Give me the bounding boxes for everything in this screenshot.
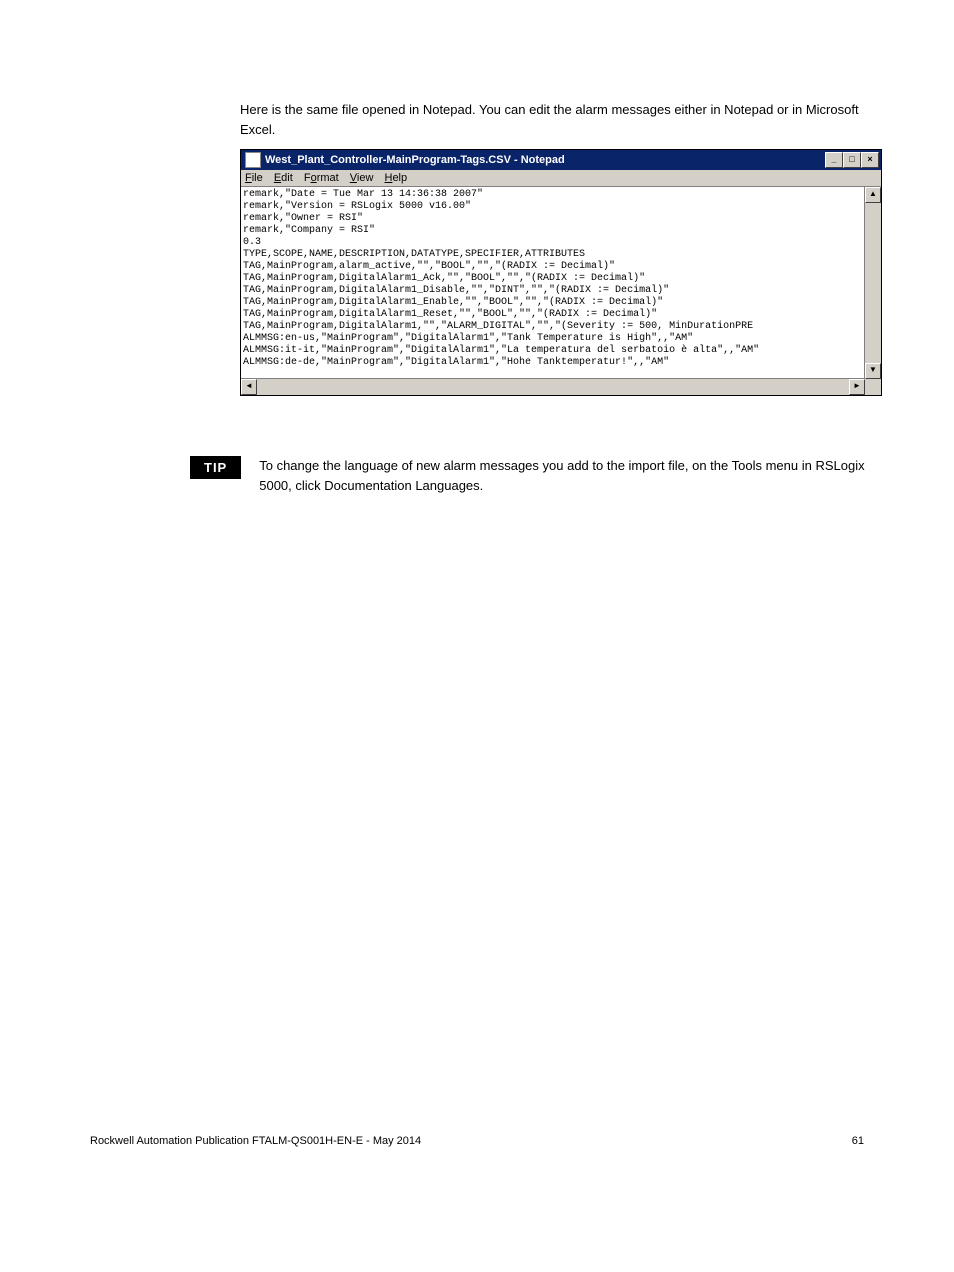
scroll-left-icon[interactable]: ◄: [241, 379, 257, 395]
scroll-right-icon[interactable]: ►: [849, 379, 865, 395]
titlebar[interactable]: West_Plant_Controller-MainProgram-Tags.C…: [241, 150, 881, 170]
menu-format[interactable]: Format: [304, 172, 339, 184]
scroll-up-icon[interactable]: ▲: [865, 187, 881, 203]
minimize-button[interactable]: _: [825, 152, 843, 168]
text-content[interactable]: remark,"Date = Tue Mar 13 14:36:38 2007"…: [241, 187, 865, 381]
vertical-scrollbar[interactable]: ▲ ▼: [864, 187, 881, 379]
menubar: File Edit Format View Help: [241, 170, 881, 187]
intro-text: Here is the same file opened in Notepad.…: [240, 100, 874, 139]
tip-text: To change the language of new alarm mess…: [259, 456, 874, 495]
horizontal-scrollbar[interactable]: ◄ ►: [241, 378, 865, 395]
notepad-window: West_Plant_Controller-MainProgram-Tags.C…: [240, 149, 882, 396]
menu-help[interactable]: Help: [384, 172, 407, 184]
close-button[interactable]: ×: [861, 152, 879, 168]
maximize-button[interactable]: □: [843, 152, 861, 168]
menu-edit[interactable]: Edit: [274, 172, 293, 184]
tip-badge: TIP: [190, 456, 241, 479]
footer-page-number: 61: [852, 1135, 864, 1147]
footer-publication: Rockwell Automation Publication FTALM-QS…: [90, 1135, 421, 1147]
window-title: West_Plant_Controller-MainProgram-Tags.C…: [265, 154, 825, 166]
menu-file[interactable]: File: [245, 172, 263, 184]
notepad-icon: [245, 152, 261, 168]
scroll-down-icon[interactable]: ▼: [865, 363, 881, 379]
menu-view[interactable]: View: [350, 172, 374, 184]
resize-grip-icon[interactable]: [865, 379, 881, 395]
